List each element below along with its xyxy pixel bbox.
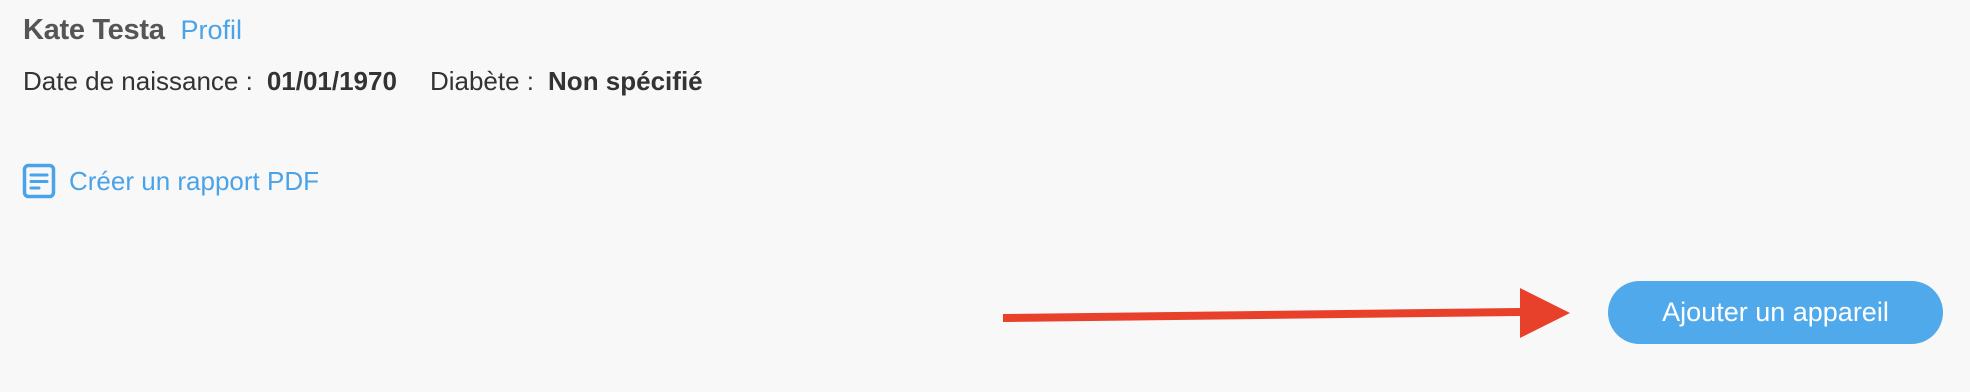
document-icon [22,163,56,199]
patient-name: Kate Testa [23,14,165,46]
annotation-arrow [1003,288,1570,338]
patient-header: Kate Testa Profil [23,14,242,47]
patient-info: Date de naissance : 01/01/1970 Diabète :… [23,66,703,97]
birthdate-label: Date de naissance : [23,66,253,96]
birthdate-value: 01/01/1970 [266,66,397,96]
add-device-button[interactable]: Ajouter un appareil [1608,281,1943,344]
diabetes-value: Non spécifié [548,66,703,96]
diabetes-label: Diabète : [429,66,535,96]
create-pdf-report-link[interactable]: Créer un rapport PDF [22,163,319,199]
profile-link[interactable]: Profil [181,15,243,46]
create-pdf-report-label: Créer un rapport PDF [69,165,319,196]
